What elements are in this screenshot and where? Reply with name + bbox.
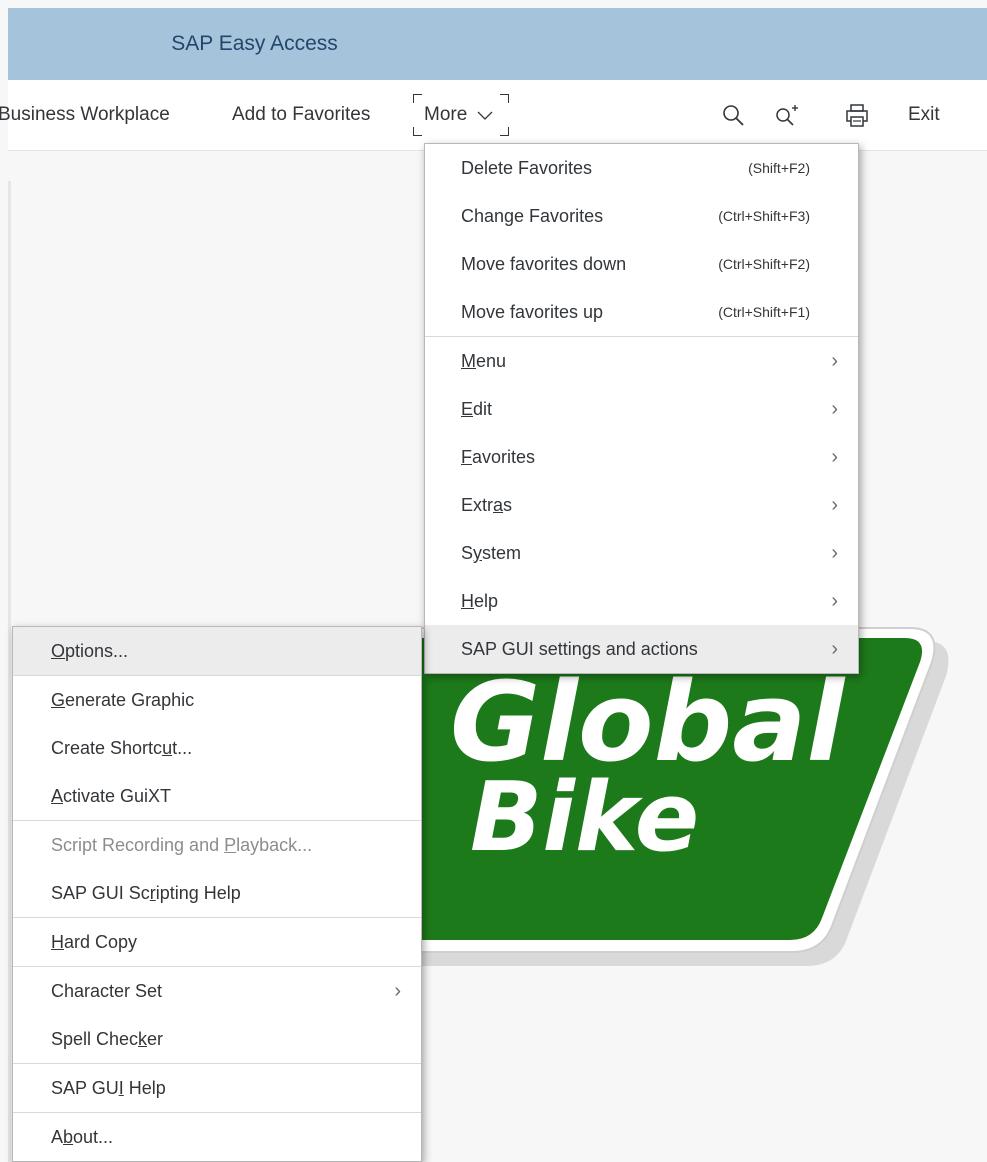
menu-item-label: SAP GUI Help: [51, 1078, 166, 1098]
menu-item-label: Hard Copy: [51, 932, 138, 952]
logo-text-bike: Bike: [470, 763, 699, 873]
menu-item-favorites[interactable]: Favorites ›: [425, 433, 858, 481]
menu-item-about[interactable]: About...: [13, 1112, 421, 1161]
menu-item-create-shortcut[interactable]: Create Shortcut...: [13, 724, 421, 772]
menu-item-move-favorites-up[interactable]: Move favorites up (Ctrl+Shift+F1): [425, 288, 858, 336]
chevron-right-icon: ›: [394, 980, 401, 1002]
menu-item-delete-favorites[interactable]: Delete Favorites (Shift+F2): [425, 144, 858, 192]
menu-item-label: System: [461, 543, 522, 563]
chevron-right-icon: ›: [831, 542, 838, 564]
menu-item-label: Edit: [461, 399, 493, 419]
chevron-right-icon: ›: [831, 494, 838, 516]
menu-item-label: SAP GUI Scripting Help: [51, 883, 241, 903]
more-label: More: [424, 104, 468, 125]
toolbar: Business Workplace Add to Favorites More…: [0, 80, 987, 151]
chevron-right-icon: ›: [831, 446, 838, 468]
menu-item-hard-copy[interactable]: Hard Copy: [13, 917, 421, 966]
chevron-right-icon: ›: [831, 638, 838, 660]
sidebar-edge: [8, 181, 11, 1162]
menu-item-label: Move favorites up: [461, 302, 604, 322]
menu-item-system[interactable]: System ›: [425, 529, 858, 577]
menu-item-label: Delete Favorites: [461, 158, 593, 178]
chevron-right-icon: ›: [831, 350, 838, 372]
menu-item-label: Activate GuiXT: [51, 786, 172, 806]
focus-corner: [500, 127, 509, 136]
menu-item-menu[interactable]: Menu ›: [425, 336, 858, 385]
menu-item-generate-graphic[interactable]: Generate Graphic: [13, 675, 421, 724]
focus-corner: [413, 94, 422, 103]
menu-item-label: Menu: [461, 351, 507, 371]
chevron-right-icon: ›: [831, 398, 838, 420]
menu-item-script-recording: Script Recording and Playback...: [13, 820, 421, 869]
business-workplace-button[interactable]: Business Workplace: [0, 80, 170, 150]
menu-item-scripting-help[interactable]: SAP GUI Scripting Help: [13, 869, 421, 917]
menu-item-edit[interactable]: Edit ›: [425, 385, 858, 433]
window-title: SAP Easy Access: [171, 32, 338, 55]
title-bar: SAP Easy Access: [8, 8, 987, 80]
menu-item-move-favorites-down[interactable]: Move favorites down (Ctrl+Shift+F2): [425, 240, 858, 288]
menu-item-shortcut: (Ctrl+Shift+F3): [718, 208, 810, 224]
menu-item-spell-checker[interactable]: Spell Checker: [13, 1015, 421, 1063]
menu-item-shortcut: (Ctrl+Shift+F1): [718, 304, 810, 320]
add-to-favorites-button[interactable]: Add to Favorites: [232, 80, 370, 150]
menu-item-label: Generate Graphic: [51, 690, 195, 710]
menu-item-label: Change Favorites: [461, 206, 604, 226]
menu-item-sap-gui-help[interactable]: SAP GUI Help: [13, 1063, 421, 1112]
menu-item-label: Script Recording and Playback...: [51, 835, 313, 855]
menu-item-options[interactable]: Options...: [13, 627, 421, 675]
menu-item-shortcut: (Ctrl+Shift+F2): [718, 256, 810, 272]
menu-item-shortcut: (Shift+F2): [748, 160, 810, 176]
menu-item-label: Create Shortcut...: [51, 738, 193, 758]
menu-item-change-favorites[interactable]: Change Favorites (Ctrl+Shift+F3): [425, 192, 858, 240]
menu-item-activate-guixt[interactable]: Activate GuiXT: [13, 772, 421, 820]
more-button[interactable]: More: [413, 94, 509, 136]
chevron-right-icon: ›: [831, 590, 838, 612]
menu-item-label: Options...: [51, 641, 129, 661]
focus-corner: [500, 94, 509, 103]
focus-corner: [413, 127, 422, 136]
exit-button[interactable]: Exit: [908, 80, 940, 150]
more-menu: Delete Favorites (Shift+F2) Change Favor…: [424, 143, 859, 674]
menu-item-label: SAP GUI settings and actions: [461, 639, 698, 659]
search-plus-icon[interactable]: [772, 102, 800, 130]
menu-item-label: Favorites: [461, 447, 536, 467]
menu-item-label: Extras: [461, 495, 513, 515]
menu-item-label: About...: [51, 1127, 114, 1147]
menu-item-extras[interactable]: Extras ›: [425, 481, 858, 529]
search-icon[interactable]: [720, 102, 748, 130]
menu-item-help[interactable]: Help ›: [425, 577, 858, 625]
menu-item-label: Spell Checker: [51, 1029, 164, 1049]
menu-item-label: Help: [461, 591, 499, 611]
menu-item-label: Character Set: [51, 981, 163, 1001]
gui-settings-submenu: Options... Generate Graphic Create Short…: [12, 626, 422, 1162]
menu-item-sap-gui-settings[interactable]: SAP GUI settings and actions ›: [425, 625, 858, 673]
chevron-down-icon: [477, 111, 493, 120]
print-icon[interactable]: [843, 102, 871, 130]
menu-item-character-set[interactable]: Character Set ›: [13, 966, 421, 1015]
menu-item-label: Move favorites down: [461, 254, 627, 274]
